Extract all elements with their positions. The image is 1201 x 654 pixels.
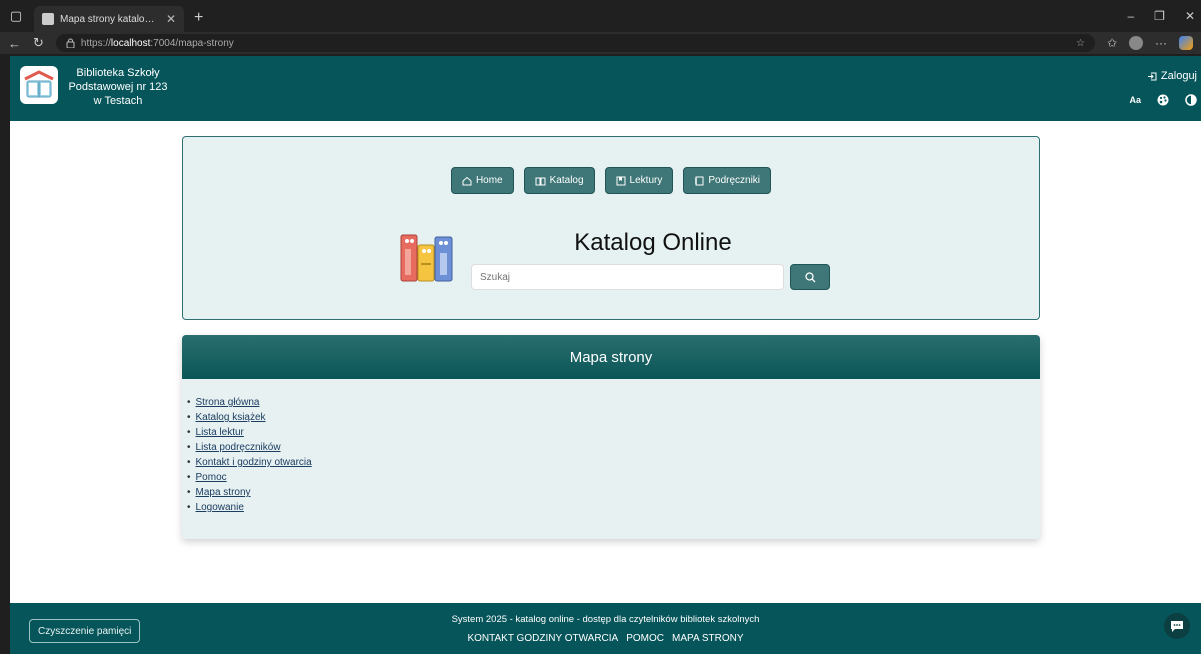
tab-close-icon[interactable]: ✕ xyxy=(166,12,176,26)
main-nav: Home Katalog Lektury Podręczniki xyxy=(183,167,1039,194)
palette-icon[interactable] xyxy=(1157,94,1169,106)
sitemap-link-contact[interactable]: Kontakt i godziny otwarcia xyxy=(196,455,312,470)
login-label: Zaloguj xyxy=(1160,70,1197,82)
footer-tagline: System 2025 - katalog online - dostęp dl… xyxy=(451,614,760,625)
list-item: • Mapa strony xyxy=(187,485,251,500)
more-menu-icon[interactable]: ··· xyxy=(1155,36,1167,50)
font-size-button[interactable]: Aa xyxy=(1129,95,1141,105)
close-window-icon[interactable]: ✕ xyxy=(1185,9,1195,23)
favorite-star-icon[interactable]: ☆ xyxy=(1076,38,1085,49)
sitemap-link-home[interactable]: Strona główna xyxy=(196,395,260,410)
page-viewport: Biblioteka Szkoły Podstawowej nr 123 w T… xyxy=(10,56,1201,654)
footer-link-sitemap[interactable]: MAPA STRONY xyxy=(672,633,744,644)
footer-link-contact[interactable]: KONTAKT GODZINY OTWARCIA xyxy=(467,633,618,644)
sitemap-link-sitemap[interactable]: Mapa strony xyxy=(196,485,251,500)
window-controls: – ❐ ✕ xyxy=(1127,0,1201,32)
url-host: localhost xyxy=(110,37,151,49)
home-icon xyxy=(462,176,472,185)
library-logo-icon xyxy=(20,66,58,104)
tab-actions-icon[interactable]: ▢ xyxy=(0,0,32,32)
sitemap-title: Mapa strony xyxy=(182,335,1040,379)
login-link[interactable]: Zaloguj xyxy=(1147,70,1197,82)
lock-icon xyxy=(66,38,75,48)
list-item: • Pomoc xyxy=(187,470,227,485)
sitemap-card: Mapa strony • Strona główna • Katalog ksią… xyxy=(182,335,1040,539)
browser-tab[interactable]: Mapa strony katalogu biblioteki S ✕ xyxy=(34,6,184,32)
brand[interactable]: Biblioteka Szkoły Podstawowej nr 123 w T… xyxy=(20,66,168,121)
list-item: • Strona główna xyxy=(187,395,260,410)
book-open-icon xyxy=(535,177,546,185)
search-button[interactable] xyxy=(790,264,830,290)
favorites-icon[interactable]: ✩ xyxy=(1107,36,1117,50)
minimize-icon[interactable]: – xyxy=(1127,9,1134,23)
tab-title: Mapa strony katalogu biblioteki S xyxy=(60,13,160,25)
nav-home-button[interactable]: Home xyxy=(450,167,514,194)
url-path: :7004/mapa-strony xyxy=(150,37,234,49)
browser-toolbar: ✩ ··· xyxy=(1107,36,1193,50)
hero-title: Katalog Online xyxy=(574,229,732,256)
footer-links: KONTAKT GODZINY OTWARCIA POMOC MAPA STRO… xyxy=(10,633,1201,644)
browser-tab-bar: ▢ Mapa strony katalogu biblioteki S ✕ + … xyxy=(0,0,1201,32)
site-footer: Czyszczenie pamięci System 2025 - katalo… xyxy=(10,603,1201,654)
back-icon[interactable]: ← xyxy=(8,36,21,51)
sitemap-link-help[interactable]: Pomoc xyxy=(196,470,227,485)
chat-button[interactable] xyxy=(1164,613,1190,639)
bookmark-icon xyxy=(616,176,626,185)
sitemap-link-login[interactable]: Logowanie xyxy=(196,500,244,515)
copilot-icon[interactable] xyxy=(1179,36,1193,50)
accessibility-tools: Aa xyxy=(1129,94,1197,106)
restore-icon[interactable]: ❐ xyxy=(1154,9,1165,23)
login-icon xyxy=(1147,72,1157,80)
list-item: • Logowanie xyxy=(187,500,244,515)
address-bar: ← ↻ https://localhost:7004/mapa-strony ☆… xyxy=(0,32,1201,54)
refresh-icon[interactable]: ↻ xyxy=(33,35,44,51)
nav-podreczniki-button[interactable]: Podręczniki xyxy=(683,167,772,194)
books-illustration-icon xyxy=(400,234,453,282)
sitemap-link-catalog[interactable]: Katalog książek xyxy=(196,410,266,425)
url-field[interactable]: https://localhost:7004/mapa-strony ☆ xyxy=(55,34,1095,52)
catalog-hero: Home Katalog Lektury Podręczniki Katalog… xyxy=(182,136,1040,320)
list-item: • Lista lektur xyxy=(187,425,244,440)
sitemap-link-lektury[interactable]: Lista lektur xyxy=(196,425,244,440)
header-actions: Zaloguj Aa xyxy=(1129,66,1201,121)
list-item: • Kontakt i godziny otwarcia xyxy=(187,455,312,470)
nav-katalog-button[interactable]: Katalog xyxy=(523,167,595,194)
journal-icon xyxy=(695,176,704,185)
nav-lektury-button[interactable]: Lektury xyxy=(604,167,674,194)
search-icon xyxy=(804,271,815,282)
sitemap-list: • Strona główna • Katalog książek • Lista l… xyxy=(182,379,1040,515)
list-item: • Katalog książek xyxy=(187,410,266,425)
url-prefix: https:// xyxy=(80,37,111,49)
favicon-icon xyxy=(42,13,54,25)
search-input[interactable] xyxy=(471,264,784,290)
footer-link-help[interactable]: POMOC xyxy=(626,633,664,644)
school-name: Biblioteka Szkoły Podstawowej nr 123 w T… xyxy=(68,67,168,107)
chat-icon xyxy=(1171,620,1183,632)
sitemap-link-podreczniki[interactable]: Lista podręczników xyxy=(196,440,281,455)
contrast-icon[interactable] xyxy=(1185,94,1197,106)
profile-avatar[interactable] xyxy=(1129,36,1143,50)
new-tab-icon[interactable]: + xyxy=(194,6,203,32)
list-item: • Lista podręczników xyxy=(187,440,281,455)
site-header: Biblioteka Szkoły Podstawowej nr 123 w T… xyxy=(10,56,1201,121)
